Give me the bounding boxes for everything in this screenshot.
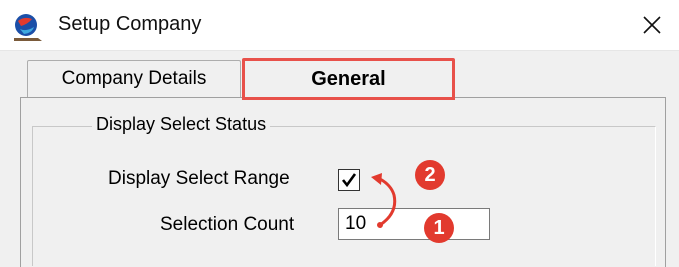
display-select-range-label: Display Select Range xyxy=(108,168,290,189)
checkmark-icon xyxy=(341,173,357,188)
group-title: Display Select Status xyxy=(92,114,271,135)
globe-app-icon xyxy=(14,14,42,41)
annotation-badge-1: 1 xyxy=(424,213,454,243)
display-select-range-checkbox[interactable] xyxy=(338,169,360,191)
tab-company-details[interactable]: Company Details xyxy=(27,60,241,97)
title-bar: Setup Company xyxy=(0,0,679,51)
close-button[interactable] xyxy=(632,7,672,43)
display-select-status-group xyxy=(32,126,656,266)
tab-general[interactable]: General xyxy=(242,58,455,100)
annotation-badge-2: 2 xyxy=(415,160,445,190)
close-icon xyxy=(643,16,661,34)
setup-company-window: Setup Company Company Details General Di… xyxy=(0,0,679,267)
selection-count-label: Selection Count xyxy=(160,214,295,235)
window-title: Setup Company xyxy=(58,13,202,35)
